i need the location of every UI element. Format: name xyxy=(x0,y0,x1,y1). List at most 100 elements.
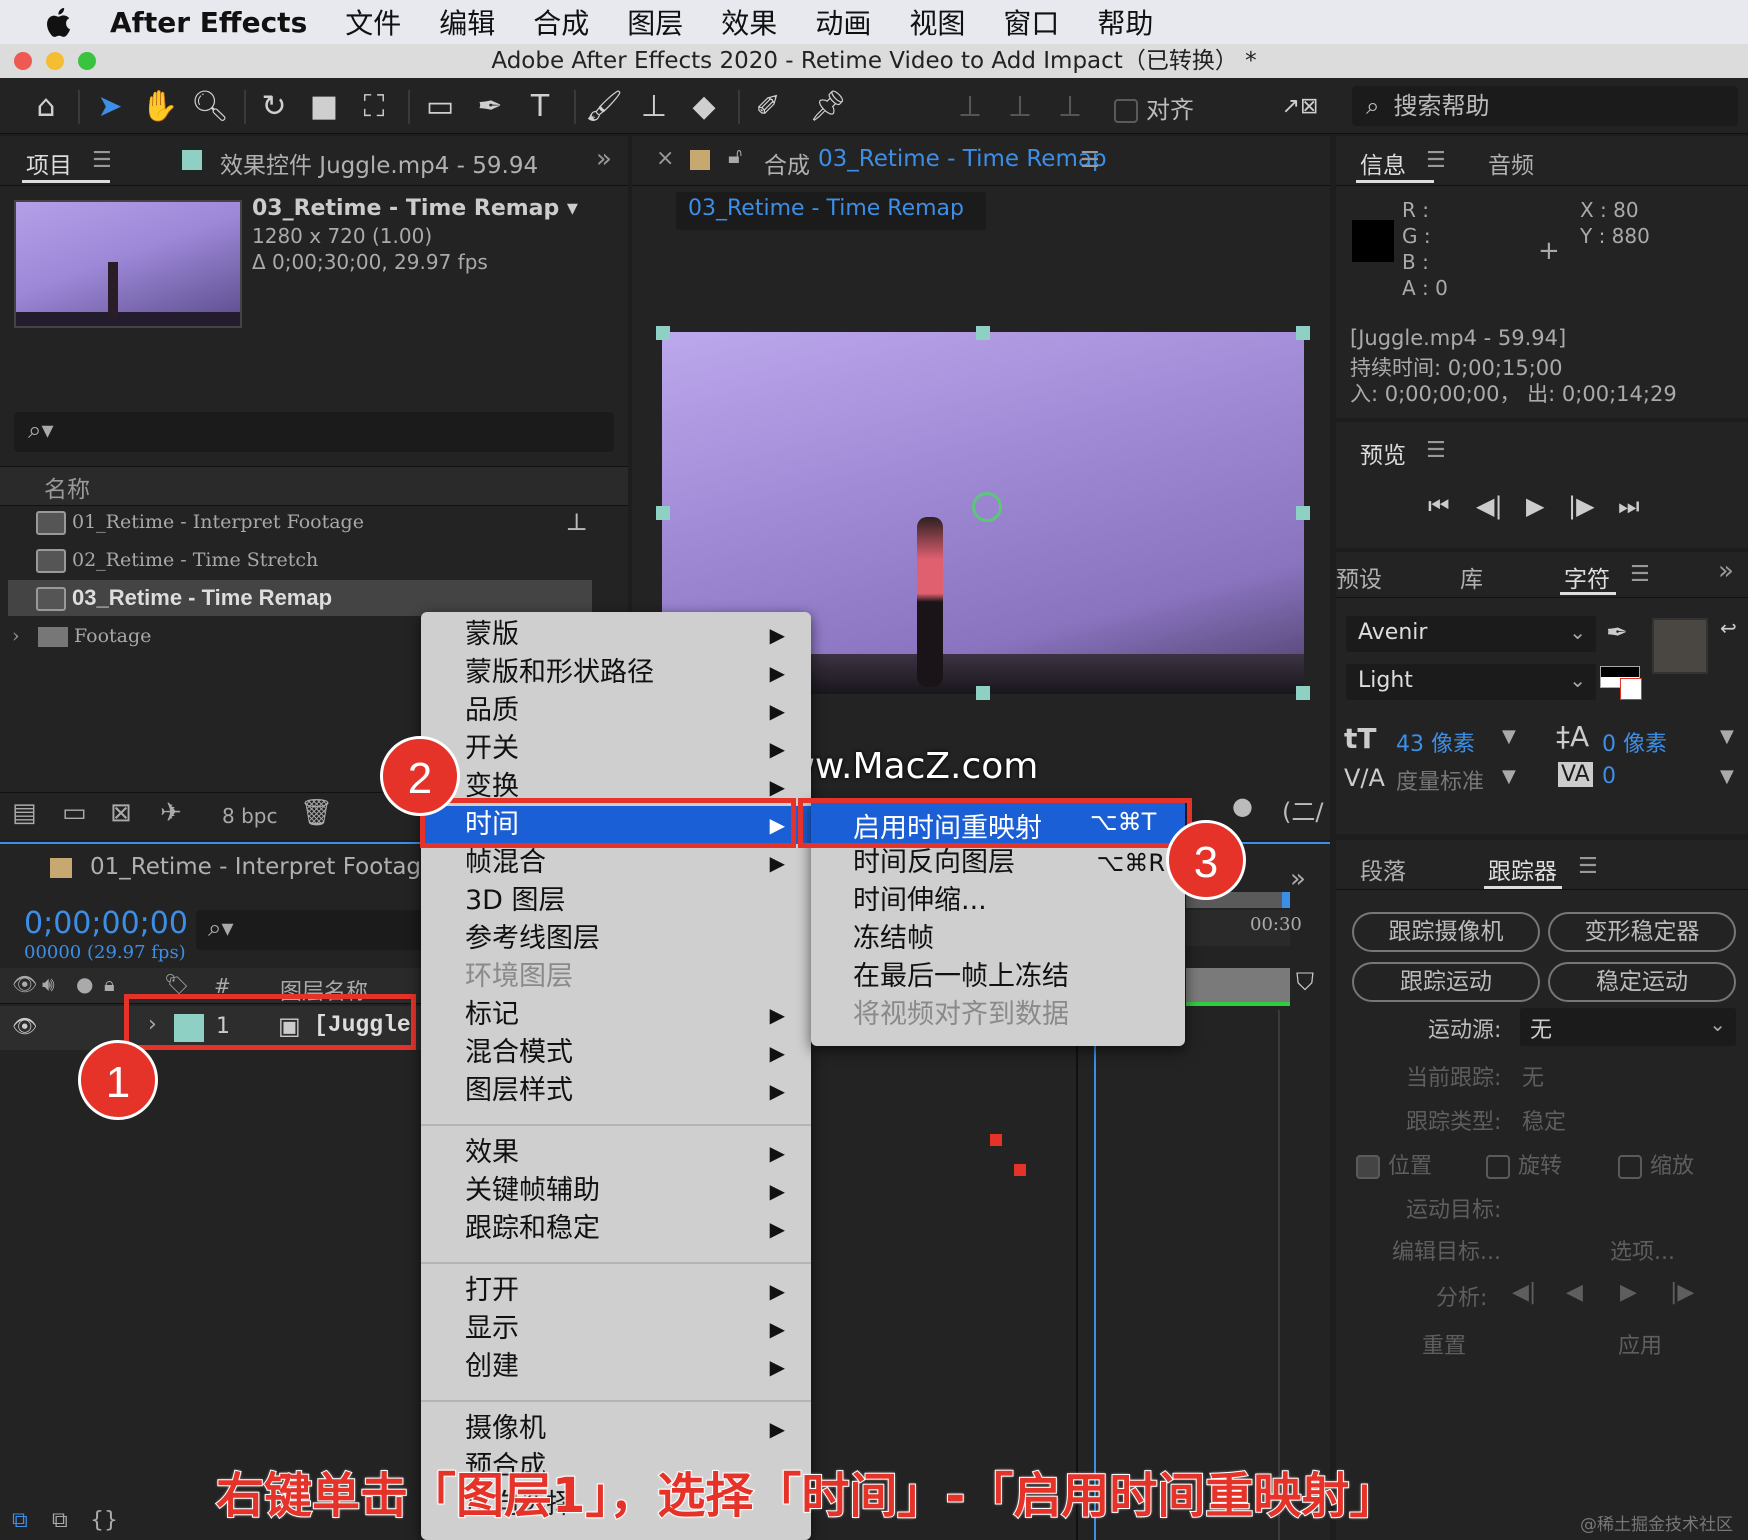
font-size-value[interactable]: 43 像素 xyxy=(1396,726,1475,758)
no-stroke-icon[interactable] xyxy=(1620,678,1642,700)
submenu-item-freeze-last-frame[interactable]: 在最后一帧上冻结 xyxy=(811,958,1185,996)
roto-brush-tool-icon[interactable]: ✐ xyxy=(748,86,788,126)
chevron-down-icon[interactable]: ▼ xyxy=(1502,726,1516,747)
fill-color-swatch[interactable] xyxy=(1652,618,1708,674)
tracking-value[interactable]: 0 xyxy=(1602,764,1616,789)
menu-composition[interactable]: 合成 xyxy=(533,2,589,42)
menu-edit[interactable]: 编辑 xyxy=(439,2,495,42)
hand-tool-icon[interactable]: ✋ xyxy=(140,86,180,126)
flowchart-icon[interactable]: ⊥ xyxy=(565,504,588,540)
chevron-right-icon[interactable]: › xyxy=(12,618,20,654)
reset-button[interactable]: 重置 xyxy=(1422,1328,1466,1360)
chevron-down-icon[interactable]: ▼ xyxy=(1502,766,1516,787)
eyedropper-icon[interactable]: ✒ xyxy=(1606,618,1628,648)
new-folder-icon[interactable]: ▭ xyxy=(62,798,87,828)
menu-item-effect[interactable]: 效果 ▶ xyxy=(421,1134,811,1172)
render-queue-icon[interactable]: ✈ xyxy=(160,798,182,828)
panel-menu-icon[interactable]: ☰ xyxy=(1426,148,1446,173)
trash-icon[interactable]: 🗑︎ xyxy=(300,798,333,828)
menu-item-markers[interactable]: 标记 ▶ xyxy=(421,996,811,1034)
panel-menu-icon[interactable]: ☰ xyxy=(1426,438,1446,463)
submenu-item-time-stretch[interactable]: 时间伸缩... xyxy=(811,882,1185,920)
clone-stamp-tool-icon[interactable]: ⊥ xyxy=(634,86,674,126)
tab-project[interactable]: 项目 xyxy=(26,146,72,180)
pen-tool-icon[interactable]: ✒ xyxy=(470,86,510,126)
position-checkbox[interactable]: 位置 xyxy=(1356,1148,1432,1180)
last-frame-icon[interactable]: ⏭ xyxy=(1618,492,1640,520)
menu-view[interactable]: 视图 xyxy=(909,2,965,42)
menu-effect[interactable]: 效果 xyxy=(721,2,777,42)
menu-item-guide-layer[interactable]: 参考线图层 xyxy=(421,920,811,958)
menu-item-switches[interactable]: 开关 ▶ xyxy=(421,730,811,768)
timeline-search-input[interactable]: ⌕▾ xyxy=(196,910,426,950)
current-timecode[interactable]: 0;00;00;00 xyxy=(24,906,188,941)
comp-navigator[interactable]: 03_Retime - Time Remap xyxy=(676,192,986,230)
edit-target-button[interactable]: 编辑目标... xyxy=(1392,1234,1501,1266)
warp-stabilizer-button[interactable]: 变形稳定器 xyxy=(1548,912,1736,952)
analyze-next-icon[interactable]: |▶ xyxy=(1670,1280,1694,1305)
chevron-down-icon[interactable]: ▼ xyxy=(1720,766,1734,787)
type-tool-icon[interactable]: T xyxy=(520,86,560,126)
eye-icon[interactable]: 👁︎ xyxy=(12,1014,37,1038)
apply-button[interactable]: 应用 xyxy=(1618,1328,1662,1360)
track-type-dropdown[interactable]: 稳定 xyxy=(1522,1104,1566,1136)
camera-tool-icon[interactable]: ■ xyxy=(304,86,344,126)
menu-item-open[interactable]: 打开 ▶ xyxy=(421,1272,811,1310)
close-tab-icon[interactable]: × xyxy=(656,146,674,171)
menu-window[interactable]: 窗口 xyxy=(1003,2,1059,42)
track-motion-button[interactable]: 跟踪运动 xyxy=(1352,962,1540,1002)
submenu-item-freeze-frame[interactable]: 冻结帧 xyxy=(811,920,1185,958)
layer-duration-bar[interactable] xyxy=(1186,968,1290,1006)
panel-menu-icon[interactable]: ☰ xyxy=(1630,562,1650,587)
puppet-pin-tool-icon[interactable]: 📌︎ xyxy=(808,86,848,126)
new-comp-icon[interactable]: ⊠ xyxy=(110,798,132,828)
project-item-selected[interactable]: 03_Retime - Time Remap xyxy=(8,580,592,616)
eraser-tool-icon[interactable]: ◆ xyxy=(684,86,724,126)
tab-tracker[interactable]: 跟踪器 xyxy=(1488,852,1557,886)
menu-item-mask[interactable]: 蒙版 ▶ xyxy=(421,616,811,654)
toggle-switches-icon[interactable]: ⧉ xyxy=(52,1508,68,1533)
next-frame-icon[interactable]: |▶ xyxy=(1568,492,1595,520)
snapping-toggle[interactable]: 对齐 xyxy=(1114,90,1194,125)
audio-icon[interactable]: 🔊︎ xyxy=(42,972,55,996)
current-track-dropdown[interactable]: 无 xyxy=(1522,1060,1544,1092)
panel-overflow-icon[interactable]: » xyxy=(1290,864,1306,894)
kerning-value[interactable]: 度量标准 xyxy=(1396,764,1484,796)
comp-flowchart-icon[interactable]: ⧉ xyxy=(12,1508,28,1533)
swap-colors-icon[interactable]: ↩ xyxy=(1720,616,1737,640)
tab-presets[interactable]: 预设 xyxy=(1336,560,1382,594)
pan-behind-tool-icon[interactable]: ⛶ xyxy=(354,86,394,126)
project-item[interactable]: 01_Retime - Interpret Footage ⊥ xyxy=(8,504,588,540)
close-window-button[interactable] xyxy=(14,52,32,70)
comp-name-dropdown[interactable]: 03_Retime - Time Remap ▾ xyxy=(252,196,578,221)
panel-overflow-icon[interactable]: » xyxy=(1718,556,1734,586)
solo-icon[interactable]: ● xyxy=(76,972,93,996)
rotate-tool-icon[interactable]: ↻ xyxy=(254,86,294,126)
app-menu[interactable]: After Effects xyxy=(110,6,307,39)
menu-help[interactable]: 帮助 xyxy=(1097,2,1153,42)
snapping-checkbox[interactable] xyxy=(1114,99,1138,123)
menu-file[interactable]: 文件 xyxy=(345,2,401,42)
help-search-input[interactable]: ⌕ 搜索帮助 xyxy=(1352,86,1738,126)
preview-title[interactable]: 预览 xyxy=(1360,436,1406,470)
analyze-forward-icon[interactable]: ▶ xyxy=(1620,1280,1637,1305)
menu-item-frame-blending[interactable]: 帧混合 ▶ xyxy=(421,844,811,882)
menu-item-quality[interactable]: 品质 ▶ xyxy=(421,692,811,730)
menu-item-mask-shape-path[interactable]: 蒙版和形状路径 ▶ xyxy=(421,654,811,692)
motion-source-dropdown[interactable]: 无 ⌄ xyxy=(1520,1008,1736,1046)
track-camera-button[interactable]: 跟踪摄像机 xyxy=(1352,912,1540,952)
panel-menu-icon[interactable]: ☰ xyxy=(1578,854,1598,879)
zoom-tool-icon[interactable]: 🔍︎ xyxy=(190,86,230,126)
chevron-down-icon[interactable]: ▼ xyxy=(1720,726,1734,747)
zoom-window-button[interactable] xyxy=(78,52,96,70)
menu-item-3d-layer[interactable]: 3D 图层 xyxy=(421,882,811,920)
tab-composition[interactable]: 03_Retime - Time Remap xyxy=(818,146,1107,172)
menu-animation[interactable]: 动画 xyxy=(815,2,871,42)
comp-marker-icon[interactable]: ⛉ xyxy=(1296,968,1314,996)
bit-depth-button[interactable]: 8 bpc xyxy=(222,804,277,828)
menu-item-create[interactable]: 创建 ▶ xyxy=(421,1348,811,1386)
menu-item-blending-mode[interactable]: 混合模式 ▶ xyxy=(421,1034,811,1072)
apple-icon[interactable] xyxy=(40,5,80,39)
tab-effect-controls[interactable]: 效果控件 Juggle.mp4 - 59.94 xyxy=(220,146,538,180)
menu-item-camera[interactable]: 摄像机 ▶ xyxy=(421,1410,811,1448)
